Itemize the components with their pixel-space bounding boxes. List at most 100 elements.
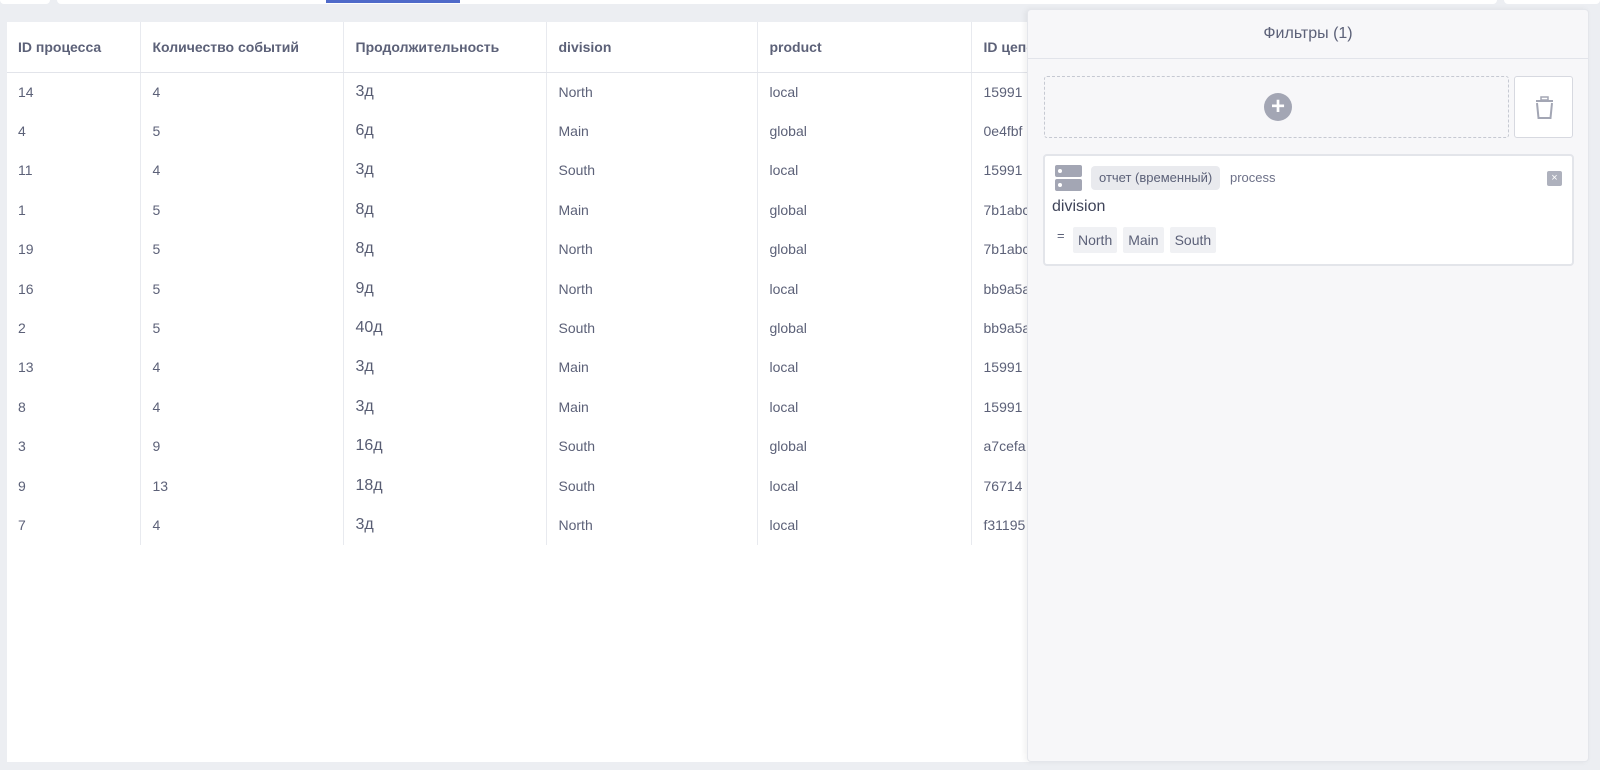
top-tabs-bar: [0, 0, 1600, 6]
cell-duration: 3д: [343, 387, 547, 427]
cell-division: South: [546, 308, 758, 348]
cell-duration: 8д: [343, 229, 547, 269]
filter-value-chip[interactable]: Main: [1123, 227, 1164, 253]
table-row[interactable]: 14 4 3д North local 15991: [7, 72, 1037, 112]
add-filter-dropzone[interactable]: +: [1044, 76, 1509, 138]
column-header-event-count[interactable]: Количество событий: [140, 22, 344, 73]
trash-icon: [1536, 96, 1553, 119]
cell-event-count: 4: [140, 150, 344, 191]
cell-process-id: 4: [7, 111, 141, 151]
active-tab-indicator: [326, 0, 460, 3]
cell-duration: 40д: [343, 308, 547, 348]
table-row[interactable]: 13 4 3д Main local 15991: [7, 347, 1037, 388]
cell-product: local: [757, 72, 972, 112]
tab-left[interactable]: [0, 0, 50, 4]
cell-division: North: [546, 229, 758, 269]
cell-division: Main: [546, 190, 758, 230]
cell-event-count: 13: [140, 465, 344, 506]
cell-event-count: 4: [140, 72, 344, 112]
cell-duration: 3д: [343, 505, 547, 545]
cell-process-id: 2: [7, 308, 141, 348]
table-row[interactable]: 16 5 9д North local bb9a5a: [7, 268, 1037, 309]
tab-right[interactable]: [1504, 0, 1600, 4]
filter-field-name: division: [1052, 198, 1106, 215]
source-tag: отчет (временный): [1091, 166, 1221, 190]
table-row[interactable]: 7 4 3д North local f31195: [7, 505, 1037, 545]
cell-division: Main: [546, 387, 758, 427]
table-header-row: ID процесса Количество событий Продолжит…: [7, 22, 1037, 73]
cell-division: South: [546, 465, 758, 506]
table-row[interactable]: 11 4 3д South local 15991: [7, 150, 1037, 191]
cell-event-count: 9: [140, 426, 344, 466]
table-row[interactable]: 3 9 16д South global a7cefa: [7, 426, 1037, 466]
cell-process-id: 13: [7, 347, 141, 388]
delete-filters-button[interactable]: [1514, 76, 1573, 138]
column-header-product[interactable]: product: [757, 22, 972, 73]
cell-duration: 8д: [343, 190, 547, 230]
cell-process-id: 16: [7, 268, 141, 309]
cell-process-id: 1: [7, 190, 141, 230]
cell-event-count: 4: [140, 387, 344, 427]
cell-event-count: 4: [140, 347, 344, 388]
table-row[interactable]: 1 5 8д Main global 7b1abc: [7, 190, 1037, 230]
cell-product: global: [757, 229, 972, 269]
cell-duration: 3д: [343, 150, 547, 191]
cell-product: local: [757, 465, 972, 506]
cell-product: local: [757, 150, 972, 191]
cell-product: local: [757, 347, 972, 388]
cell-division: South: [546, 426, 758, 466]
cell-division: North: [546, 268, 758, 309]
cell-product: global: [757, 308, 972, 348]
cell-division: North: [546, 505, 758, 545]
table-row[interactable]: 8 4 3д Main local 15991: [7, 387, 1037, 427]
tab-strip: [57, 0, 1497, 4]
table-row[interactable]: 19 5 8д North global 7b1abc: [7, 229, 1037, 269]
cell-duration: 9д: [343, 268, 547, 309]
cell-event-count: 5: [140, 268, 344, 309]
column-header-division[interactable]: division: [546, 22, 758, 73]
cell-product: global: [757, 190, 972, 230]
table-row[interactable]: 9 13 18д South local 76714: [7, 465, 1037, 506]
cell-process-id: 7: [7, 505, 141, 545]
cell-product: global: [757, 426, 972, 466]
cell-event-count: 5: [140, 308, 344, 348]
cell-process-id: 9: [7, 465, 141, 506]
cell-duration: 3д: [343, 72, 547, 112]
process-table: ID процесса Количество событий Продолжит…: [7, 22, 1037, 545]
cell-event-count: 5: [140, 229, 344, 269]
cell-product: global: [757, 111, 972, 151]
filter-value-chip[interactable]: North: [1073, 227, 1118, 253]
cell-event-count: 4: [140, 505, 344, 545]
table-row[interactable]: 4 5 6д Main global 0e4fbf: [7, 111, 1037, 151]
cell-event-count: 5: [140, 190, 344, 230]
cell-division: South: [546, 150, 758, 191]
cell-duration: 6д: [343, 111, 547, 151]
filters-panel: Фильтры (1) + отчет (временный) process …: [1027, 9, 1589, 762]
cell-product: local: [757, 505, 972, 545]
cell-division: Main: [546, 347, 758, 388]
cell-division: Main: [546, 111, 758, 151]
cell-process-id: 11: [7, 150, 141, 191]
column-header-duration[interactable]: Продолжительность: [343, 22, 547, 73]
database-icon: [1055, 165, 1082, 191]
filter-operator: =: [1057, 228, 1065, 243]
filters-panel-title: Фильтры (1): [1028, 10, 1588, 59]
column-header-process-id[interactable]: ID процесса: [7, 22, 141, 73]
table-row[interactable]: 2 5 40д South global bb9a5a: [7, 308, 1037, 348]
plus-circle-icon[interactable]: +: [1264, 93, 1292, 121]
filter-scope: process: [1230, 170, 1276, 185]
cell-duration: 18д: [343, 465, 547, 506]
filter-value-chip[interactable]: South: [1169, 227, 1217, 253]
cell-product: local: [757, 387, 972, 427]
cell-process-id: 14: [7, 72, 141, 112]
process-table-panel: ID процесса Количество событий Продолжит…: [7, 22, 1037, 762]
cell-process-id: 3: [7, 426, 141, 466]
cell-division: North: [546, 72, 758, 112]
filter-card[interactable]: отчет (временный) process × division = N…: [1043, 154, 1574, 266]
close-icon[interactable]: ×: [1547, 171, 1562, 186]
cell-duration: 3д: [343, 347, 547, 388]
cell-product: local: [757, 268, 972, 309]
cell-event-count: 5: [140, 111, 344, 151]
cell-process-id: 8: [7, 387, 141, 427]
cell-duration: 16д: [343, 426, 547, 466]
